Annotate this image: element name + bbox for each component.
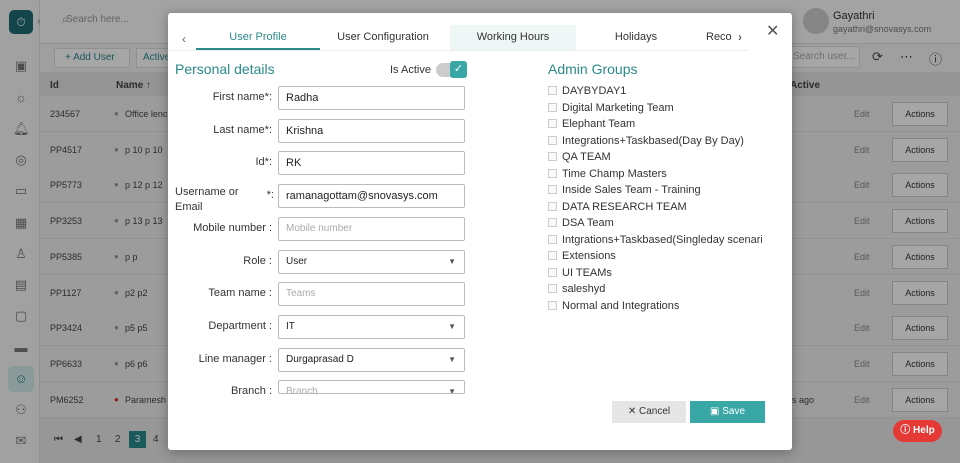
field-label: Line manager : — [198, 352, 272, 365]
form-field-5[interactable]: User ▼ — [278, 249, 465, 274]
tab-prev-icon[interactable]: ‹ — [182, 32, 186, 46]
checkbox[interactable] — [548, 86, 557, 95]
admin-group-item[interactable]: Time Champ Masters — [548, 168, 762, 180]
form-field-1[interactable]: Krishna — [278, 118, 465, 143]
check-icon[interactable]: ✓ — [450, 61, 467, 78]
admin-group-item[interactable]: Elephant Team — [548, 118, 762, 130]
admin-groups-title: Admin Groups — [548, 61, 638, 77]
form-field-7[interactable]: IT ▼ — [278, 314, 465, 339]
checkbox[interactable] — [548, 119, 557, 128]
checkbox[interactable] — [548, 135, 557, 145]
checkbox[interactable] — [548, 300, 557, 310]
checkbox[interactable] — [548, 251, 557, 260]
save-button[interactable]: ▣ Save — [690, 401, 765, 423]
admin-group-item[interactable]: QA TEAM — [548, 151, 762, 163]
field-label: Department : — [208, 319, 272, 332]
is-active-label: Is Active — [390, 64, 431, 76]
personal-details-title: Personal details — [175, 61, 275, 77]
admin-group-item[interactable]: DATA RESEARCH TEAM — [548, 201, 762, 213]
form-field-0[interactable]: Radha — [278, 86, 465, 110]
field-label: Team name : — [208, 287, 272, 300]
field-label: Last name*: — [213, 123, 272, 136]
admin-group-item[interactable]: Extensions — [548, 250, 762, 262]
tab-user-configuration[interactable]: User Configuration — [320, 25, 446, 50]
checkbox[interactable] — [548, 267, 557, 277]
form-field-3[interactable]: ramanagottam@snovasys.com — [278, 184, 465, 209]
checkbox[interactable] — [548, 102, 557, 112]
chevron-down-icon: ▼ — [448, 256, 456, 266]
cancel-button[interactable]: ✕ Cancel — [612, 401, 686, 423]
admin-group-item[interactable]: DSA Team — [548, 217, 762, 229]
checkbox[interactable] — [548, 201, 557, 211]
admin-group-item[interactable]: UI TEAMs — [548, 267, 762, 279]
form-field-2[interactable]: RK — [278, 151, 465, 176]
field-label: Mobile number : — [193, 221, 272, 234]
tab-working-hours[interactable]: Working Hours — [450, 25, 576, 50]
chevron-down-icon: ▼ — [448, 387, 456, 395]
field-label: First name*: — [212, 91, 272, 103]
checkbox[interactable] — [548, 152, 557, 161]
admin-group-item[interactable]: Normal and Integrations — [548, 300, 762, 312]
admin-group-item[interactable]: DAYBYDAY1 — [548, 85, 762, 97]
field-label: Id*: — [255, 156, 272, 169]
checkbox[interactable] — [548, 218, 557, 227]
user-edit-modal: ‹ User Profile User Configuration Workin… — [168, 13, 792, 450]
field-label: Role : — [243, 254, 272, 267]
form-field-6[interactable]: Teams — [278, 282, 465, 307]
chevron-down-icon: ▼ — [448, 354, 456, 364]
admin-group-item[interactable]: Integrations+Taskbased(Day By Day) — [548, 135, 762, 147]
username-label-line2: Email — [175, 201, 203, 214]
tab-next-icon[interactable]: › — [738, 30, 742, 44]
checkbox[interactable] — [548, 185, 557, 194]
chevron-down-icon: ▼ — [448, 321, 456, 331]
form-field-9[interactable]: Branch ▼ — [278, 380, 465, 395]
form-field-8[interactable]: Durgaprasad D ▼ — [278, 347, 465, 372]
checkbox[interactable] — [548, 234, 557, 244]
field-label: Branch : — [231, 385, 272, 398]
field-label: *: — [266, 189, 274, 202]
tab-holidays[interactable]: Holidays — [576, 25, 696, 50]
admin-group-item[interactable]: Digital Marketing Team — [548, 102, 762, 114]
help-button[interactable]: ⓘ Help — [893, 420, 942, 442]
close-icon[interactable]: ✕ — [766, 21, 779, 41]
tab-records[interactable]: Reco — [706, 25, 734, 50]
admin-group-item[interactable]: Intgrations+Taskbased(Singleday scenario… — [548, 234, 762, 246]
checkbox[interactable] — [548, 284, 557, 293]
admin-group-item[interactable]: saleshyd — [548, 283, 762, 295]
admin-group-item[interactable]: Inside Sales Team - Training — [548, 184, 762, 196]
form-field-4[interactable]: Mobile number — [278, 216, 465, 241]
checkbox[interactable] — [548, 168, 557, 178]
tab-user-profile[interactable]: User Profile — [196, 25, 320, 50]
